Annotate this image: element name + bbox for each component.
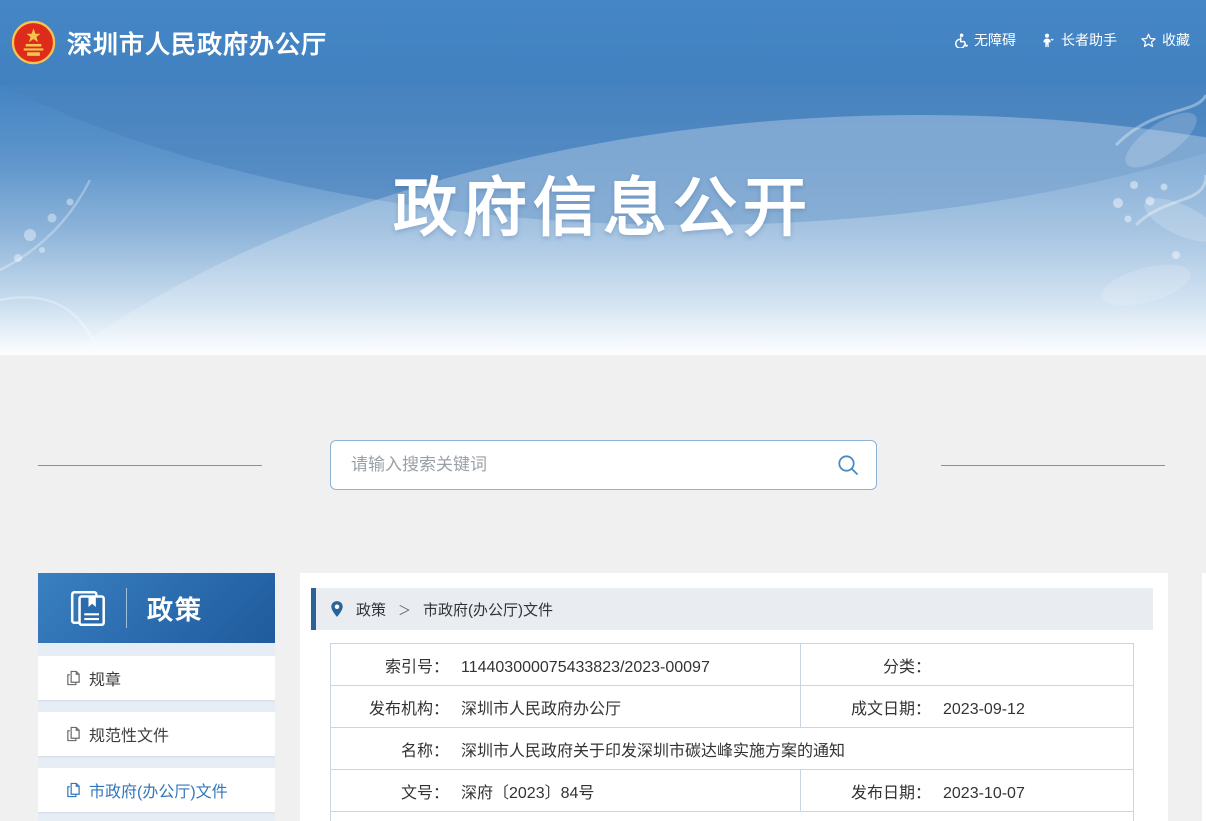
table-row: 索引号： 114403000075433823/2023-00097 分类： [331,644,1134,686]
issuing-agency-value: 深圳市人民政府办公厅 [461,701,621,718]
accessibility-link[interactable]: 无障碍 [953,30,1016,50]
index-number-value: 114403000075433823/2023-00097 [461,659,710,676]
document-name-cell: 名称： 深圳市人民政府关于印发深圳市碳达峰实施方案的通知 [331,728,1134,770]
content-section: 政策 规章 规范性文件 [0,573,1206,821]
table-row-partial [331,812,1134,821]
document-number-label: 文号： [331,779,449,803]
hero-banner: 政府信息公开 [0,85,1206,355]
document-icon [66,670,81,686]
document-icon [66,782,81,798]
topbar-link-label: 长者助手 [1061,30,1117,50]
category-cell: 分类： [801,644,1134,686]
publish-date-cell: 发布日期： 2023-10-07 [801,770,1134,812]
publish-date-label: 发布日期： [801,779,931,803]
star-icon [1141,33,1156,48]
policy-book-icon [68,587,110,629]
sidebar-item-label: 规章 [89,666,121,690]
search-input[interactable] [331,441,828,489]
sidebar-item-municipal-government-documents[interactable]: 市政府(办公厅)文件 [38,768,275,812]
location-pin-icon [330,600,344,618]
sidebar-header-divider [126,588,127,628]
search-box [330,440,877,490]
table-row: 文号： 深府〔2023〕84号 发布日期： 2023-10-07 [331,770,1134,812]
breadcrumb-root-link[interactable]: 政策 [356,599,386,620]
empty-cell [331,812,1134,821]
elder-assist-link[interactable]: 长者助手 [1040,30,1117,50]
national-emblem-icon [10,19,57,66]
page-title: 政府信息公开 [0,85,1206,249]
sidebar-title: 政策 [147,590,203,627]
sidebar-menu: 规章 规范性文件 市政府(办公厅)文件 [38,643,275,821]
sidebar-item-label: 规范性文件 [89,722,169,746]
topbar-link-label: 无障碍 [974,30,1016,50]
sidebar-item-normative-documents[interactable]: 规范性文件 [38,712,275,756]
index-number-label: 索引号： [331,653,449,677]
document-name-value: 深圳市人民政府关于印发深圳市碳达峰实施方案的通知 [461,743,845,760]
search-section [0,355,1206,573]
scrollbar-track[interactable] [1202,573,1206,821]
site-logo[interactable]: 深圳市人民政府办公厅 [10,19,327,66]
top-bar: 深圳市人民政府办公厅 无障碍 长者助手 [0,0,1206,85]
topbar-link-label: 收藏 [1162,30,1190,50]
issuing-agency-label: 发布机构： [331,695,449,719]
document-meta-table: 索引号： 114403000075433823/2023-00097 分类： 发布… [330,643,1134,821]
written-date-label: 成文日期： [801,695,931,719]
site-title: 深圳市人民政府办公厅 [67,25,327,61]
sidebar-header: 政策 [38,573,275,643]
page: 深圳市人民政府办公厅 无障碍 长者助手 [0,0,1206,821]
favorite-link[interactable]: 收藏 [1141,30,1190,50]
written-date-value: 2023-09-12 [943,701,1025,718]
issuing-agency-cell: 发布机构： 深圳市人民政府办公厅 [331,686,801,728]
sidebar-item-regulations[interactable]: 规章 [38,656,275,700]
breadcrumb-current-link[interactable]: 市政府(办公厅)文件 [423,599,553,620]
elder-assist-icon [1040,33,1055,48]
main-panel: 政策 ＞ 市政府(办公厅)文件 索引号： 114403000075433823/2… [300,573,1168,821]
document-icon [66,726,81,742]
table-row: 发布机构： 深圳市人民政府办公厅 成文日期： 2023-09-12 [331,686,1134,728]
table-row: 名称： 深圳市人民政府关于印发深圳市碳达峰实施方案的通知 [331,728,1134,770]
search-icon [836,453,860,477]
decorative-line-left [38,465,262,466]
written-date-cell: 成文日期： 2023-09-12 [801,686,1134,728]
category-label: 分类： [801,653,931,677]
document-number-cell: 文号： 深府〔2023〕84号 [331,770,801,812]
document-name-label: 名称： [331,737,449,761]
breadcrumb: 政策 ＞ 市政府(办公厅)文件 [311,588,1153,630]
decorative-line-right [941,465,1165,466]
breadcrumb-separator: ＞ [398,600,411,619]
search-button[interactable] [828,453,876,477]
index-number-cell: 索引号： 114403000075433823/2023-00097 [331,644,801,686]
sidebar: 政策 规章 规范性文件 [38,573,275,821]
accessibility-icon [953,33,968,48]
publish-date-value: 2023-10-07 [943,785,1025,802]
document-number-value: 深府〔2023〕84号 [461,785,594,802]
sidebar-item-label: 市政府(办公厅)文件 [89,778,228,802]
